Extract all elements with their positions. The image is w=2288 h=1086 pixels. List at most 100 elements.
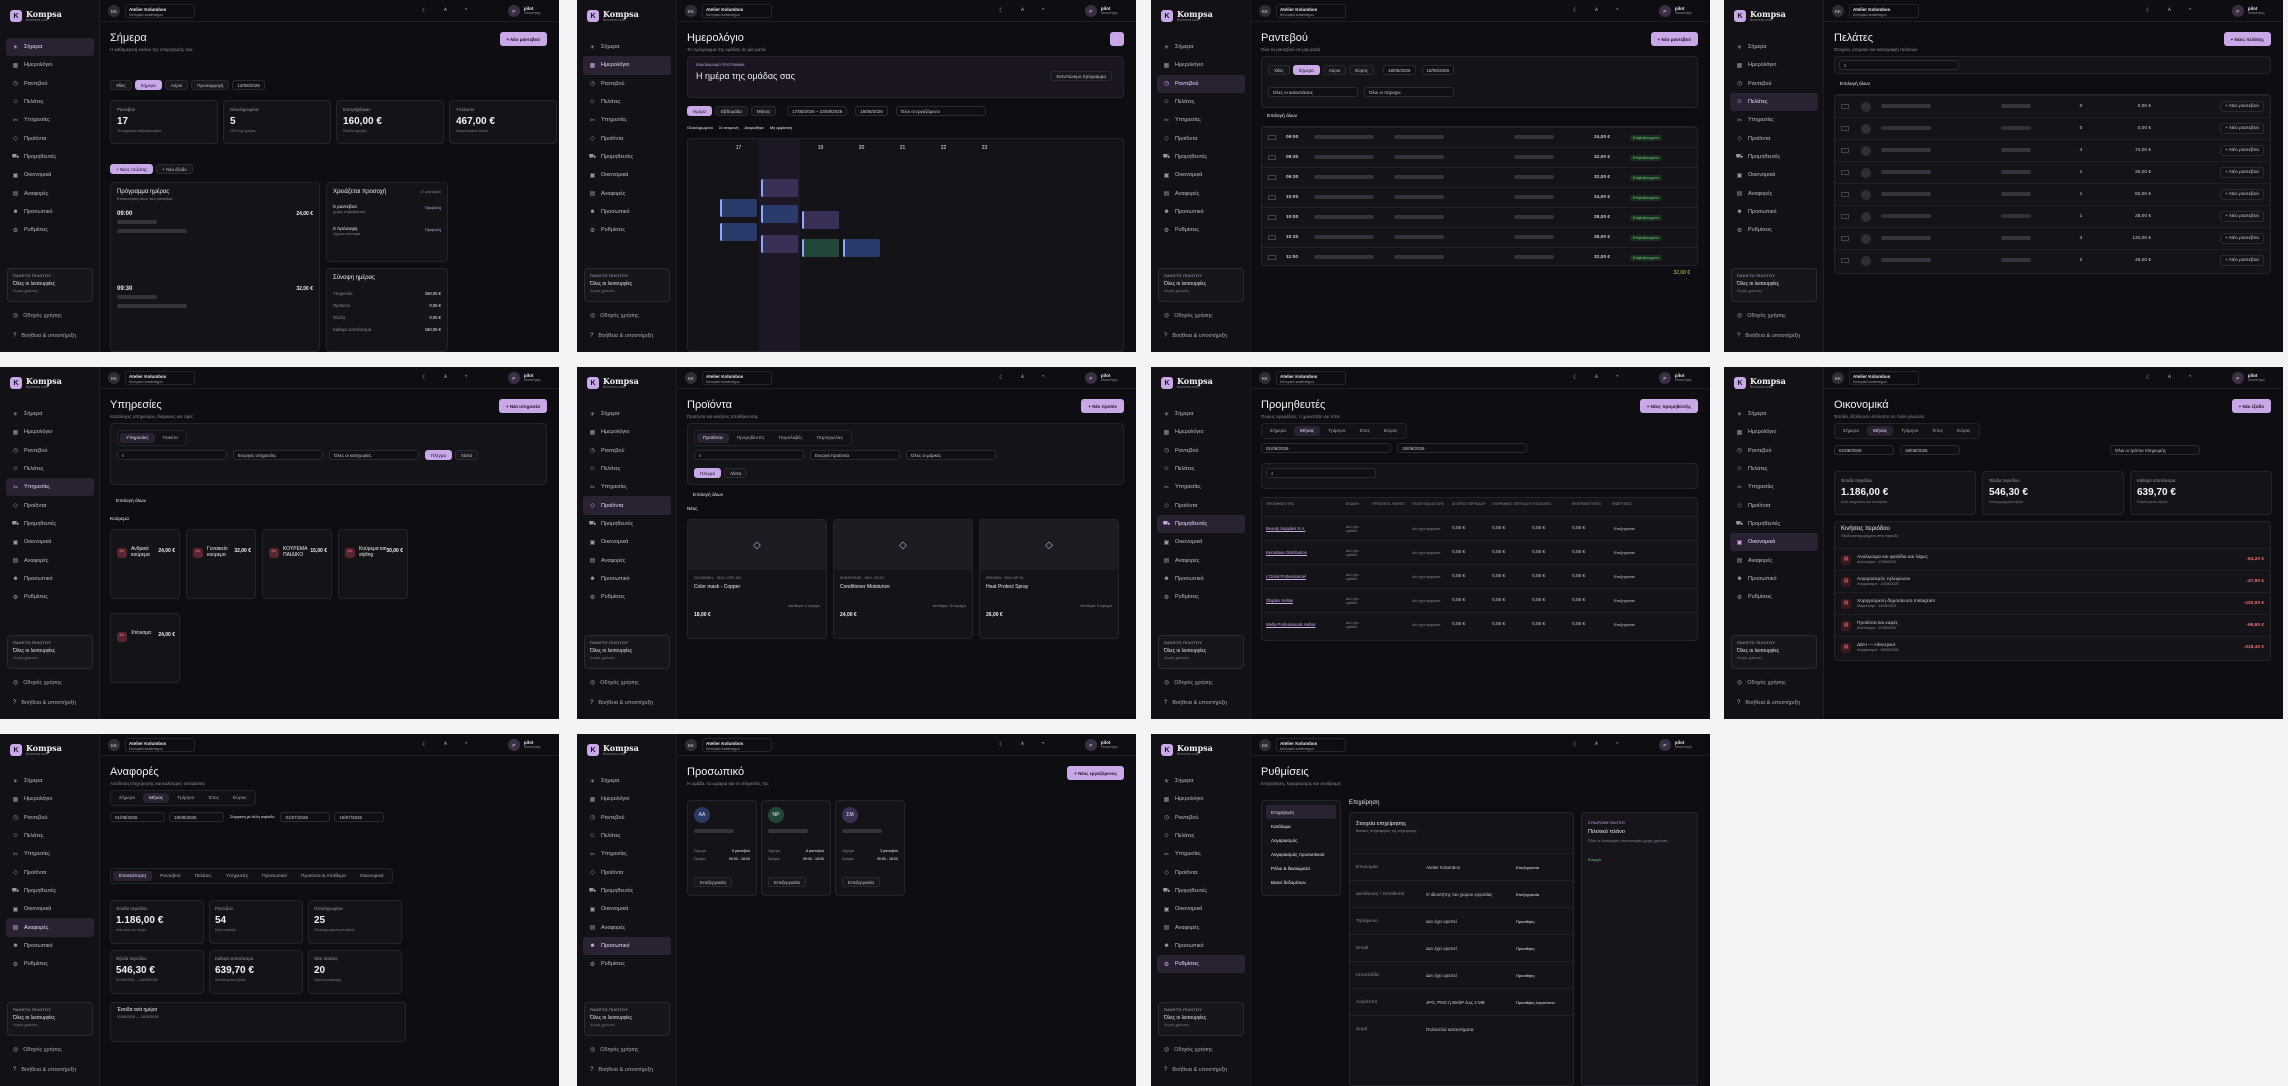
period-tab[interactable]: Σήμερα [113,793,141,803]
product-card[interactable]: ◇ REDKEN · SKU: HP-01 Heat Protect Spray 26… [979,519,1119,639]
new-appointment-button[interactable]: + Νέο ραντεβού [2220,211,2264,222]
supplier-name[interactable]: Olaplex Hellas [1266,598,1336,603]
expense-row[interactable]: ▤ Αναλώσιμα και φιαλίδια και λάμες Αναλώσι… [1835,548,2270,570]
new-appointment-button[interactable]: + Νέο ραντεβού [2220,145,2264,156]
sidebar-item-0[interactable]: ☀ Σήμερα [1157,405,1245,423]
period-tab[interactable]: Τρίμηνο [1322,426,1351,436]
sidebar-item-8[interactable]: ▤ Αναφορές [1730,551,1818,569]
select-all-checkbox[interactable]: Επιλογή όλων [693,493,723,498]
product-card[interactable]: ◇ GOLDWELL · SKU: CPR-100 Color mask - Cop… [687,519,827,639]
compare-to[interactable]: 18/07/2026 [334,812,385,822]
moon-icon[interactable]: ☾ [422,7,427,14]
period-chip[interactable]: Αύριο [164,80,189,90]
sidebar-item-3[interactable]: ☺ Πελάτες [1730,460,1818,478]
view-toggle[interactable]: Πλέγμα [425,450,452,460]
sidebar-item-10[interactable]: ⚙ Ρυθμίσεις [583,221,671,239]
sidebar-item-4[interactable]: ✂ Υπηρεσίες [6,111,94,129]
sidebar-item-9[interactable]: ☻ Προσωπικό [583,936,671,955]
new-appointment-button[interactable]: + Νέο ραντεβού [2220,167,2264,178]
new-appointment-button[interactable]: + Νέο ραντεβού [2220,189,2264,200]
date-input[interactable]: 13/08/2026 [232,80,265,90]
filter-select[interactable]: Όλες οι καταστάσεις [1268,87,1358,97]
sidebar-item-2[interactable]: ◷ Ραντεβού [6,809,94,827]
service-card[interactable]: ✂ Κούρεμα και styling 30,00 € [338,529,408,599]
sidebar-item-0[interactable]: ☀ Σήμερα [1730,38,1818,56]
sidebar-item-5[interactable]: ◇ Προϊόντα [583,129,671,147]
sidebar-item-10[interactable]: ⚙ Ρυθμίσεις [6,221,94,239]
new-appointment-button[interactable]: + Νέο ραντεβού [2220,123,2264,134]
sidebar-item-5[interactable]: ◇ Προϊόντα [6,863,94,881]
day-header[interactable]: 17 [718,145,759,151]
help-link[interactable]: ? Βοήθεια & υποστήριξη [13,700,76,706]
sidebar-item-3[interactable]: ☺ Πελάτες [1157,460,1245,478]
sidebar-item-7[interactable]: ▣ Οικονομικά [583,533,671,551]
edit-link[interactable]: Επεξεργασία [1614,599,1635,603]
sidebar-item-6[interactable]: ⛟ Προμηθευτές [1157,514,1245,534]
field-action[interactable]: Προσθήκη λογοτύπου [1516,1000,1555,1005]
primary-action-button[interactable]: + Νέο ραντεβού [499,32,547,46]
attention-link[interactable]: Προβολή [425,205,441,210]
tab[interactable]: Πακέτα [157,433,184,443]
table-row[interactable]: 10:30 28,00 € Επιβεβαιωμένο [1262,227,1697,247]
moon-icon[interactable]: ☾ [422,741,427,748]
sidebar-item-4[interactable]: ✂ Υπηρεσίες [1730,111,1818,129]
sidebar-item-9[interactable]: ☻ Προσωπικό [1730,203,1818,221]
period-chip[interactable]: Αύριο [1322,65,1347,75]
view-chip[interactable]: Μήνας [750,106,777,116]
user-menu[interactable]: Ppilot Ιδιοκτήτης [507,739,541,751]
guide-link[interactable]: ◎ Οδηγός χρήσης [1164,1046,1213,1054]
help-link[interactable]: ? Βοήθεια & υποστήριξη [590,333,653,339]
quick-action-button[interactable]: + Νέο έξοδο [156,164,193,174]
row-checkbox[interactable] [1268,175,1276,180]
table-row[interactable]: Kerastase Distribution Δεν έχει οριστεί Δε… [1262,540,1697,564]
sidebar-item-6[interactable]: ⛟ Προμηθευτές [583,515,671,533]
table-row[interactable]: 3 134,00 € + Νέο ραντεβού [1835,227,2270,249]
sidebar-item-10[interactable]: ⚙ Ρυθμίσεις [6,588,94,606]
moon-icon[interactable]: ☾ [2146,7,2151,14]
product-card[interactable]: ◇ KERASTASE · SKU: CR-01 Conditioner Moist… [833,519,973,639]
field-action[interactable]: Επεξεργασία [1516,865,1539,870]
primary-action-button[interactable]: + Νέος εργαζόμενος [1067,766,1124,780]
sidebar-item-10[interactable]: ⚙ Ρυθμίσεις [1157,588,1245,606]
bell-icon[interactable]: ◔ [1041,741,1045,747]
help-link[interactable]: ? Βοήθεια & υποστήριξη [590,1067,653,1073]
tab[interactable]: Προμηθευτές [731,433,771,443]
period-chip[interactable]: Χθες [110,80,132,90]
bell-icon[interactable]: ◔ [1615,374,1619,380]
user-menu[interactable]: Ppilot Ιδιοκτήτης [2231,372,2265,384]
user-menu[interactable]: Ppilot Ιδιοκτήτης [1658,372,1692,384]
bell-icon[interactable]: ◔ [464,7,468,13]
sidebar-item-2[interactable]: ◷ Ραντεβού [1730,75,1818,93]
sidebar-item-1[interactable]: ▦ Ημερολόγιο [6,790,94,808]
supplier-name[interactable]: Beauty Supplies S.A. [1266,526,1336,531]
staff-card[interactable]: NP Σήμερα 6 ραντεβού Ωράριο 09:00 - 18:00 Επε… [761,800,831,896]
supplier-name[interactable]: L'Oréal Professionnel [1266,574,1336,579]
tab[interactable]: Παραλαβές [773,433,809,443]
app-logo[interactable]: K Kompsa Business suite [10,744,62,757]
guide-link[interactable]: ◎ Οδηγός χρήσης [1737,679,1786,687]
branch-selector[interactable]: Atelier Kolumbos Κεντρικό κατάστημα [125,738,195,752]
sidebar-item-7[interactable]: ▣ Οικονομικά [583,166,671,184]
report-tab[interactable]: Οικονομικά [354,871,390,881]
table-row[interactable]: L'Oréal Professionnel Δεν έχει οριστεί Δεν… [1262,564,1697,588]
tab[interactable]: Υπηρεσίες [120,433,155,443]
period-tab[interactable]: Τρίμηνο [171,793,200,803]
settings-menu-item[interactable]: Κατάλυμα [1266,819,1336,833]
guide-link[interactable]: ◎ Οδηγός χρήσης [1164,679,1213,687]
sidebar-item-9[interactable]: ☻ Προσωπικό [583,203,671,221]
table-row[interactable]: 1 28,00 € + Νέο ραντεβού [1835,205,2270,227]
search-input[interactable]: ⌕ [1839,60,1959,70]
row-checkbox[interactable] [1268,195,1276,200]
table-row[interactable]: 1 28,00 € + Νέο ραντεβού [1835,161,2270,183]
list-item[interactable]: 09:00 24,00 € [117,211,313,271]
sidebar-item-4[interactable]: ✂ Υπηρεσίες [583,111,671,129]
sidebar-item-8[interactable]: ▤ Αναφορές [6,918,94,937]
sidebar-item-7[interactable]: ▣ Οικονομικά [6,533,94,551]
row-checkbox[interactable] [1841,148,1849,153]
sidebar-item-6[interactable]: ⛟ Προμηθευτές [1730,148,1818,166]
sidebar-item-4[interactable]: ✂ Υπηρεσίες [583,478,671,496]
sidebar-item-6[interactable]: ⛟ Προμηθευτές [6,515,94,533]
filter-select[interactable]: Ενεργά προϊόντα [810,450,900,460]
payment-method-select[interactable]: Όλοι οι τρόποι πληρωμής [2110,445,2200,455]
period-chip[interactable]: Εύρος [1349,65,1374,75]
